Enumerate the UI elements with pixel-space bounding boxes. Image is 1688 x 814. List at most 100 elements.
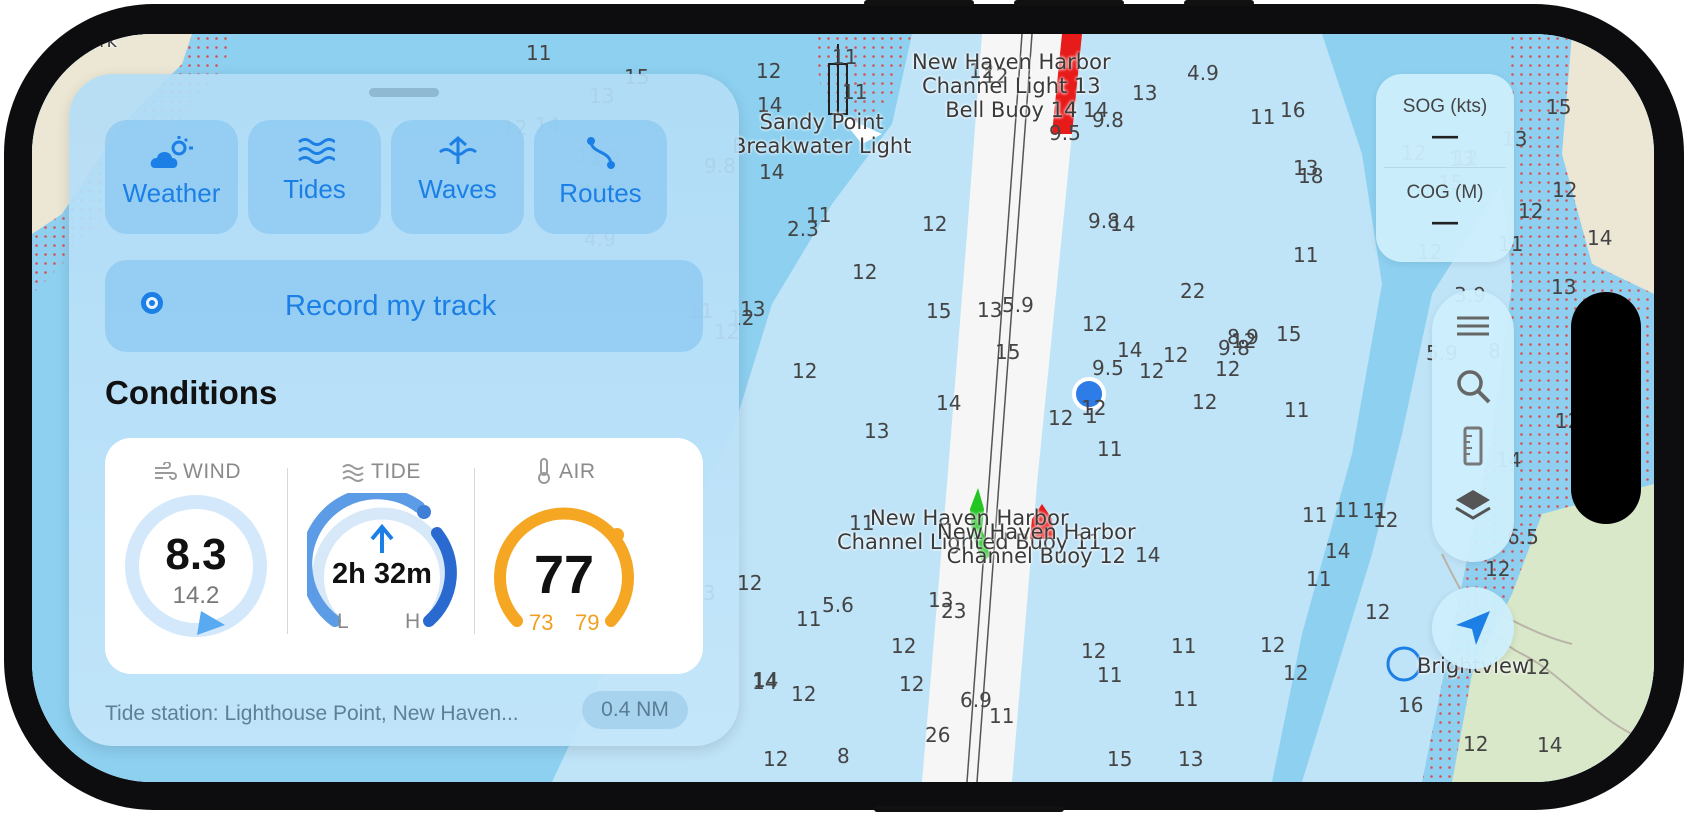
depth-sounding: 12 <box>791 682 817 706</box>
air-temp-value: 77 <box>533 545 595 605</box>
depth-sounding: 26 <box>925 723 951 747</box>
depth-sounding: 8.9 <box>1227 325 1259 349</box>
tool-weather[interactable]: Weather <box>105 120 238 234</box>
depth-sounding: 11 <box>1293 243 1319 267</box>
depth-sounding: 11 <box>526 41 552 65</box>
depth-sounding: 15 <box>926 299 952 323</box>
depth-sounding: 11 <box>806 203 832 227</box>
record-track-button[interactable]: Record my track <box>105 260 703 352</box>
wind-label: WIND <box>183 460 241 483</box>
tide-low-label: L <box>337 610 349 633</box>
search-icon[interactable] <box>1453 366 1493 406</box>
cog-label: COG (M) <box>1406 182 1484 203</box>
tool-tides[interactable]: Tides <box>248 120 381 234</box>
depth-sounding: 15 <box>1546 95 1572 119</box>
record-track-label: Record my track <box>285 290 497 322</box>
sog-value: — <box>1432 120 1458 150</box>
weather-icon <box>150 136 193 168</box>
depth-sounding: 14 <box>936 391 962 415</box>
depth-sounding: 12 <box>1192 390 1218 414</box>
depth-sounding: 14 <box>1110 212 1136 236</box>
ruler-icon[interactable] <box>1453 426 1493 466</box>
map-label-buoy-12[interactable]: New Haven Harbor Channel Buoy 12 <box>937 520 1136 568</box>
depth-sounding: 12 <box>1283 661 1309 685</box>
phone-side-button <box>874 806 1064 812</box>
thermometer-icon <box>538 458 550 484</box>
depth-sounding: 13 <box>1132 81 1158 105</box>
phone-side-button <box>1184 0 1254 6</box>
depth-sounding: 12 <box>1081 396 1107 420</box>
tool-waves-label: Waves <box>418 174 497 204</box>
depth-sounding: 12 <box>922 212 948 236</box>
depth-sounding: 5.9 <box>1002 293 1034 317</box>
depth-sounding: 11 <box>1362 499 1388 523</box>
depth-sounding: 13 <box>864 419 890 443</box>
depth-sounding: 22 <box>1180 279 1206 303</box>
depth-sounding: 14 <box>1135 543 1161 567</box>
depth-sounding: 12 <box>891 634 917 658</box>
depth-sounding: 12 <box>1048 406 1074 430</box>
layers-icon[interactable] <box>1453 486 1493 526</box>
depth-sounding: 11 <box>1306 567 1332 591</box>
depth-sounding: 11 <box>989 704 1015 728</box>
depth-sounding: 14 <box>1537 733 1563 757</box>
depth-sounding: 11 <box>1334 498 1360 522</box>
depth-sounding: 12 <box>1082 312 1108 336</box>
depth-sounding: 11 <box>842 80 868 104</box>
depth-sounding: 15 <box>995 340 1021 364</box>
depth-sounding: 12 <box>1463 732 1489 756</box>
depth-sounding: 14 <box>1325 539 1351 563</box>
depth-sounding: 6.9 <box>960 688 992 712</box>
depth-sounding: 13 <box>928 588 954 612</box>
depth-sounding: 12 <box>756 59 782 83</box>
sheet-drag-handle[interactable] <box>369 88 439 97</box>
instrument-panel[interactable]: SOG (kts) — COG (M) — <box>1376 74 1514 262</box>
tool-routes[interactable]: Routes <box>534 120 667 234</box>
depth-sounding: 12 <box>792 359 818 383</box>
depth-sounding: 11 <box>1250 105 1276 129</box>
depth-sounding: 12 <box>737 571 763 595</box>
menu-icon[interactable] <box>1453 306 1493 346</box>
cog-value: — <box>1432 206 1458 236</box>
depth-sounding: 11 <box>1171 634 1197 658</box>
conditions-card[interactable]: WIND 8.3 14.2 TIDE 2h 32m L H AIR 77 73 … <box>105 438 703 674</box>
depth-sounding: 12 <box>1139 359 1165 383</box>
depth-sounding: 13 <box>977 298 1003 322</box>
tool-waves[interactable]: Waves <box>391 120 524 234</box>
map-label-sandy-point[interactable]: Sandy Point Breakwater Light <box>732 110 911 158</box>
depth-sounding: 12 <box>1552 178 1578 202</box>
tide-label: TIDE <box>371 460 421 483</box>
tides-icon <box>297 138 335 164</box>
record-icon <box>141 292 163 314</box>
tool-weather-label: Weather <box>122 178 221 208</box>
depth-sounding: 12 <box>1215 357 1241 381</box>
phone-side-button <box>1014 0 1124 6</box>
depth-sounding: 13 <box>1551 275 1577 299</box>
depth-sounding: 14 <box>759 160 785 184</box>
depth-sounding: 12 <box>1518 199 1544 223</box>
tide-station-text[interactable]: Tide station: Lighthouse Point, New Have… <box>105 702 519 726</box>
map-label-buoy-13[interactable]: New Haven Harbor Channel Light 13 Bell B… <box>912 50 1111 122</box>
depth-sounding: 4.9 <box>1187 61 1219 85</box>
depth-sounding: 13 <box>1178 747 1204 771</box>
depth-sounding: 11 <box>1173 687 1199 711</box>
depth-sounding: 15 <box>1107 747 1133 771</box>
depth-sounding: 12 <box>1163 343 1189 367</box>
map-toolbar <box>1432 290 1514 562</box>
tide-high-label: H <box>405 610 421 633</box>
air-low-value: 73 <box>529 610 554 635</box>
routes-icon <box>586 137 615 169</box>
wind-gust-value: 14.2 <box>172 582 220 609</box>
divider <box>1384 167 1506 168</box>
depth-sounding: 12 <box>899 672 925 696</box>
phone-frame: 2.32.31149.8231613131211141212111189.822… <box>4 0 1684 812</box>
phone-side-button <box>864 0 974 6</box>
chart-screen[interactable]: 2.32.31149.8231613131211141212111189.822… <box>32 34 1654 782</box>
wind-speed-value: 8.3 <box>165 530 227 579</box>
depth-sounding: 11 <box>1097 437 1123 461</box>
tide-station-distance-badge: 0.4 NM <box>582 691 688 729</box>
depth-sounding: 12 <box>1260 633 1286 657</box>
depth-sounding: 11 <box>1302 503 1328 527</box>
locate-me-button[interactable] <box>1432 587 1514 669</box>
waves-icon <box>438 136 477 164</box>
